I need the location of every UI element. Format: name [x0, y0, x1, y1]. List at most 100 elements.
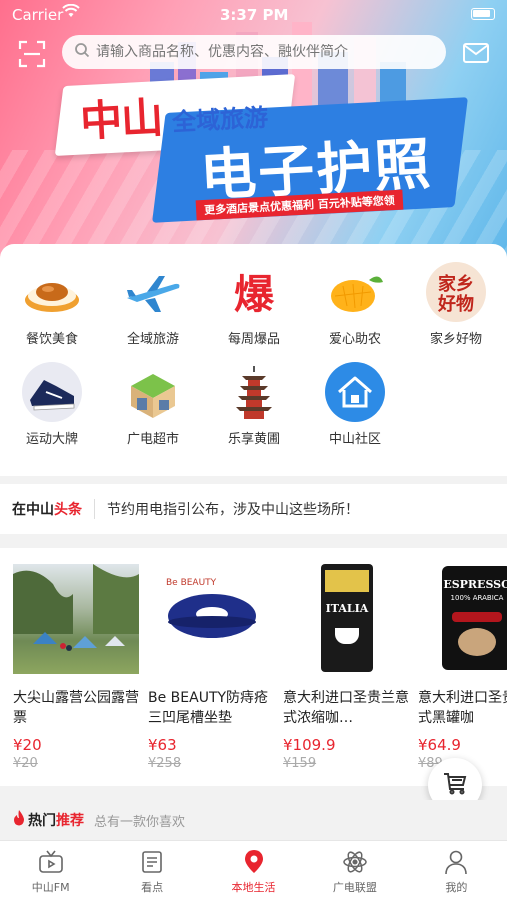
- clock: 3:37 PM: [220, 6, 289, 24]
- banner-title-city: 中山: [78, 92, 164, 147]
- wifi-icon: [62, 3, 80, 22]
- pagoda-icon: [224, 362, 284, 422]
- home-icon: [325, 362, 385, 422]
- product-name: 意大利进口圣贵兰意式浓缩咖…: [283, 690, 409, 726]
- tab-label: 看点: [141, 881, 164, 894]
- category-grid: 餐饮美食 全域旅游 爆 每周爆品 爱心助农 家乡好物 家乡好物 运动大牌 广电: [0, 244, 507, 476]
- cart-icon: [442, 771, 468, 799]
- search-icon: [74, 42, 90, 62]
- coffee-bag-band: [325, 570, 369, 592]
- flame-icon: [12, 810, 26, 830]
- category-label: 运动大牌: [25, 432, 78, 447]
- product-name: 大尖山露营公园露营票: [13, 690, 139, 726]
- product-card[interactable]: 大尖山露营公园露营票 ¥20 ¥20: [13, 564, 139, 771]
- message-icon[interactable]: [462, 42, 490, 64]
- mango-icon: [325, 262, 385, 322]
- tab-label: 中山FM: [31, 881, 70, 894]
- svg-text:好物: 好物: [437, 293, 474, 315]
- category-farm-help[interactable]: 爱心助农: [305, 262, 405, 347]
- search-input[interactable]: [96, 44, 416, 60]
- bottom-tab-bar: 中山FM 看点 本地生活 广电联盟 我的: [0, 840, 507, 900]
- tab-zhongshan-fm[interactable]: 中山FM: [0, 841, 101, 900]
- headline-bar[interactable]: 在中山头条 节约用电指引公布，涉及中山这些场所！: [0, 484, 507, 534]
- coffee-beans: [458, 628, 496, 656]
- product-price: ¥64.9: [418, 736, 461, 754]
- status-bar: Carrier 3:37 PM: [0, 0, 507, 30]
- tab-profile[interactable]: 我的: [406, 841, 507, 900]
- scan-icon[interactable]: [18, 40, 46, 68]
- hot-deal-icon: 爆: [224, 262, 284, 322]
- product-price: ¥109.9: [283, 736, 336, 754]
- tab-highlights[interactable]: 看点: [101, 841, 202, 900]
- product-carousel[interactable]: 大尖山露营公园露营票 ¥20 ¥20 Be BEAUTY Be BEAUTY防痔…: [0, 548, 507, 786]
- headline-tag-prefix: 在中山: [12, 502, 54, 518]
- hometown-goods-icon: 家乡 好物: [426, 262, 486, 322]
- product-image: Be BEAUTY: [148, 564, 274, 674]
- product-card[interactable]: Be BEAUTY Be BEAUTY防痔疮三凹尾槽坐垫 ¥63 ¥258: [148, 564, 274, 771]
- category-label: 乐享黄圃: [227, 432, 280, 447]
- category-travel[interactable]: 全域旅游: [103, 262, 203, 347]
- coffee-cup: [335, 628, 359, 644]
- tab-label: 我的: [445, 881, 468, 894]
- tab-label: 广电联盟: [332, 881, 377, 894]
- product-original-price: ¥20: [13, 756, 38, 771]
- coffee-can-badge: [452, 612, 502, 622]
- coffee-can-title: ESPRESSO: [443, 578, 507, 591]
- food-icon: [22, 262, 82, 322]
- hot-recommend-header: 热门推荐 总有一款你喜欢: [0, 800, 507, 840]
- product-name: 意大利进口圣贵兰意式黑罐咖: [418, 690, 507, 726]
- search-bar[interactable]: [62, 35, 446, 69]
- hot-title: 热门推荐: [28, 810, 84, 830]
- product-name: Be BEAUTY防痔疮三凹尾槽坐垫: [148, 690, 269, 726]
- airplane-icon: [123, 262, 183, 322]
- headline-tag: 在中山头条: [12, 499, 82, 519]
- svg-text:家乡: 家乡: [438, 273, 474, 295]
- hot-title-prefix: 热门: [28, 813, 56, 829]
- product-price: ¥20: [13, 736, 42, 754]
- product-original-price: ¥159: [283, 756, 317, 771]
- category-label: 家乡好物: [429, 332, 482, 347]
- category-community[interactable]: 中山社区: [305, 362, 405, 447]
- supermarket-icon: [123, 362, 183, 422]
- category-label: 爱心助农: [328, 332, 381, 347]
- battery-icon: [471, 8, 495, 20]
- category-label: 中山社区: [328, 432, 381, 447]
- coffee-can-subtitle: 100% ARABICA: [450, 594, 504, 602]
- product-image: ITALIA: [283, 564, 409, 674]
- category-label: 每周爆品: [227, 332, 280, 347]
- user-icon: [406, 849, 507, 875]
- category-hometown[interactable]: 家乡 好物 家乡好物: [406, 262, 506, 347]
- tab-local-life[interactable]: 本地生活: [203, 841, 304, 900]
- sports-shoe-icon: [22, 362, 82, 422]
- category-supermarket[interactable]: 广电超市: [103, 362, 203, 447]
- carrier-label: Carrier: [12, 6, 64, 24]
- headline-tag-suffix: 头条: [54, 502, 82, 518]
- product-card[interactable]: ESPRESSO 100% ARABICA 意大利进口圣贵兰意式黑罐咖 ¥64.…: [418, 564, 507, 771]
- divider: [94, 499, 95, 519]
- category-sports[interactable]: 运动大牌: [2, 362, 102, 447]
- coffee-bag-brand: ITALIA: [325, 602, 369, 615]
- hot-title-suffix: 推荐: [56, 813, 84, 829]
- location-pin-icon: [203, 849, 304, 875]
- article-icon: [101, 849, 202, 875]
- tab-label: 本地生活: [231, 881, 276, 894]
- category-food[interactable]: 餐饮美食: [2, 262, 102, 347]
- product-price: ¥63: [148, 736, 177, 754]
- coffee-can: ESPRESSO 100% ARABICA: [442, 566, 507, 670]
- category-weekly-hot[interactable]: 爆 每周爆品: [204, 262, 304, 347]
- tab-alliance[interactable]: 广电联盟: [304, 841, 405, 900]
- svg-text:爆: 爆: [234, 272, 275, 318]
- category-label: 餐饮美食: [25, 332, 78, 347]
- product-image: ESPRESSO 100% ARABICA: [418, 564, 507, 674]
- product-original-price: ¥258: [148, 756, 182, 771]
- hot-subtitle: 总有一款你喜欢: [94, 814, 186, 830]
- category-label: 全域旅游: [126, 332, 179, 347]
- category-label: 广电超市: [126, 432, 179, 447]
- coffee-bag: ITALIA: [321, 564, 373, 672]
- product-card[interactable]: ITALIA 意大利进口圣贵兰意式浓缩咖… ¥109.9 ¥159: [283, 564, 409, 771]
- product-image: [13, 564, 139, 674]
- atom-icon: [304, 849, 405, 875]
- headline-text[interactable]: 节约用电指引公布，涉及中山这些场所！: [107, 499, 359, 519]
- radio-tv-icon: [0, 849, 101, 875]
- category-huangpu[interactable]: 乐享黄圃: [204, 362, 304, 447]
